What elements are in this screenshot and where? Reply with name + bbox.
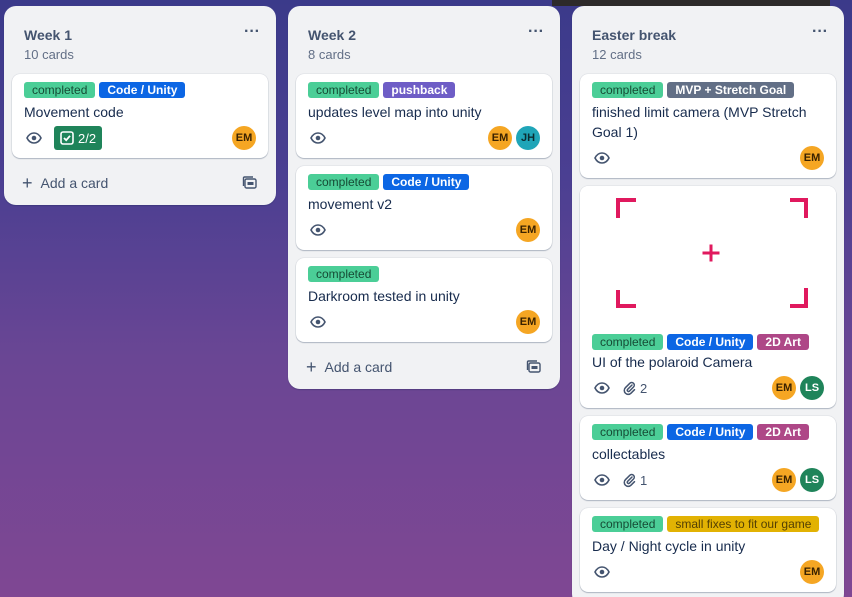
- list-card-count: 12 cards: [592, 47, 642, 62]
- list-menu-button[interactable]: ···: [808, 20, 832, 44]
- card-limit-camera[interactable]: completed MVP + Stretch Goal finished li…: [580, 74, 836, 178]
- label-completed[interactable]: completed: [308, 266, 380, 282]
- checklist-badge[interactable]: 2/2: [54, 126, 103, 150]
- card-title: movement v2: [308, 196, 393, 212]
- card-title: collectables: [592, 446, 666, 462]
- add-card-button[interactable]: + Add a card: [12, 167, 268, 199]
- checklist-count: 2/2: [78, 130, 97, 146]
- card-update-level-map[interactable]: completed pushback updates level map int…: [296, 74, 552, 158]
- member-avatar[interactable]: EM: [516, 310, 540, 334]
- list-card-count: 8 cards: [308, 47, 351, 62]
- card-title: finished limit camera (MVP Stretch Goal …: [592, 104, 807, 140]
- card-cover-image: [580, 186, 836, 330]
- list-menu-button[interactable]: ···: [524, 20, 548, 44]
- label-completed[interactable]: completed: [24, 82, 96, 98]
- card-title: UI of the polaroid Camera: [592, 354, 753, 370]
- member-avatar[interactable]: EM: [516, 218, 540, 242]
- watching-eye-icon: [308, 128, 328, 148]
- list-menu-button[interactable]: ···: [240, 20, 264, 44]
- member-avatar[interactable]: EM: [772, 468, 796, 492]
- list-title[interactable]: Week 1: [24, 27, 72, 43]
- add-card-button[interactable]: + Add a card: [296, 351, 552, 383]
- label-completed[interactable]: completed: [592, 82, 664, 98]
- list-card-count: 10 cards: [24, 47, 74, 62]
- card-collectables[interactable]: completed Code / Unity 2D Art collectabl…: [580, 416, 836, 500]
- label-small-fixes[interactable]: small fixes to fit our game: [667, 516, 820, 532]
- add-card-label: Add a card: [40, 175, 109, 191]
- list-header[interactable]: Week 2 8 cards ···: [288, 6, 560, 68]
- member-avatar[interactable]: LS: [800, 376, 824, 400]
- attachments-badge: 1: [622, 472, 647, 488]
- plus-icon: +: [306, 357, 317, 377]
- list-title[interactable]: Week 2: [308, 27, 356, 43]
- card-template-icon[interactable]: [526, 359, 542, 375]
- label-pushback[interactable]: pushback: [383, 82, 456, 98]
- watching-eye-icon: [592, 148, 612, 168]
- label-code-unity[interactable]: Code / Unity: [667, 334, 754, 350]
- watching-eye-icon: [592, 378, 612, 398]
- viewfinder-frame-image: [616, 198, 808, 308]
- list-week-1: Week 1 10 cards ··· completed Code / Uni…: [4, 6, 276, 205]
- card-title: Darkroom tested in unity: [308, 288, 460, 304]
- card-title: Day / Night cycle in unity: [592, 538, 746, 554]
- member-avatar[interactable]: EM: [800, 146, 824, 170]
- list-title[interactable]: Easter break: [592, 27, 676, 43]
- checklist-checkbox-icon: [60, 131, 74, 145]
- list-week-2: Week 2 8 cards ··· completed pushback up…: [288, 6, 560, 389]
- attachment-count: 1: [640, 472, 648, 488]
- card-movement-code[interactable]: completed Code / Unity Movement code 2/2…: [12, 74, 268, 158]
- card-title: updates level map into unity: [308, 104, 482, 120]
- label-code-unity[interactable]: Code / Unity: [99, 82, 186, 98]
- card-polaroid-camera-ui[interactable]: completed Code / Unity 2D Art UI of the …: [580, 186, 836, 408]
- card-template-icon[interactable]: [242, 175, 258, 191]
- label-mvp-stretch-goal[interactable]: MVP + Stretch Goal: [667, 82, 795, 98]
- watching-eye-icon: [308, 312, 328, 332]
- list-easter-break: Easter break 12 cards ··· completed MVP …: [572, 6, 844, 597]
- watching-eye-icon: [308, 220, 328, 240]
- label-completed[interactable]: completed: [592, 516, 664, 532]
- watching-eye-icon: [24, 128, 44, 148]
- member-avatar[interactable]: EM: [232, 126, 256, 150]
- member-avatar[interactable]: EM: [800, 560, 824, 584]
- watching-eye-icon: [592, 470, 612, 490]
- card-movement-v2[interactable]: completed Code / Unity movement v2 EM: [296, 166, 552, 250]
- card-title: Movement code: [24, 104, 124, 120]
- label-code-unity[interactable]: Code / Unity: [667, 424, 754, 440]
- paperclip-icon: [622, 380, 636, 396]
- label-2d-art[interactable]: 2D Art: [757, 334, 809, 350]
- label-completed[interactable]: completed: [308, 82, 380, 98]
- member-avatar[interactable]: EM: [772, 376, 796, 400]
- attachment-count: 2: [640, 380, 648, 396]
- member-avatar[interactable]: JH: [516, 126, 540, 150]
- paperclip-icon: [622, 472, 636, 488]
- card-day-night-cycle[interactable]: completed small fixes to fit our game Da…: [580, 508, 836, 592]
- list-header[interactable]: Week 1 10 cards ···: [4, 6, 276, 68]
- add-card-label: Add a card: [324, 359, 393, 375]
- plus-icon: +: [22, 173, 33, 193]
- label-completed[interactable]: completed: [592, 334, 664, 350]
- card-darkroom-tested[interactable]: completed Darkroom tested in unity EM: [296, 258, 552, 342]
- watching-eye-icon: [592, 562, 612, 582]
- member-avatar[interactable]: LS: [800, 468, 824, 492]
- list-header[interactable]: Easter break 12 cards ···: [572, 6, 844, 68]
- member-avatar[interactable]: EM: [488, 126, 512, 150]
- label-code-unity[interactable]: Code / Unity: [383, 174, 470, 190]
- label-completed[interactable]: completed: [592, 424, 664, 440]
- label-2d-art[interactable]: 2D Art: [757, 424, 809, 440]
- label-completed[interactable]: completed: [308, 174, 380, 190]
- attachments-badge: 2: [622, 380, 647, 396]
